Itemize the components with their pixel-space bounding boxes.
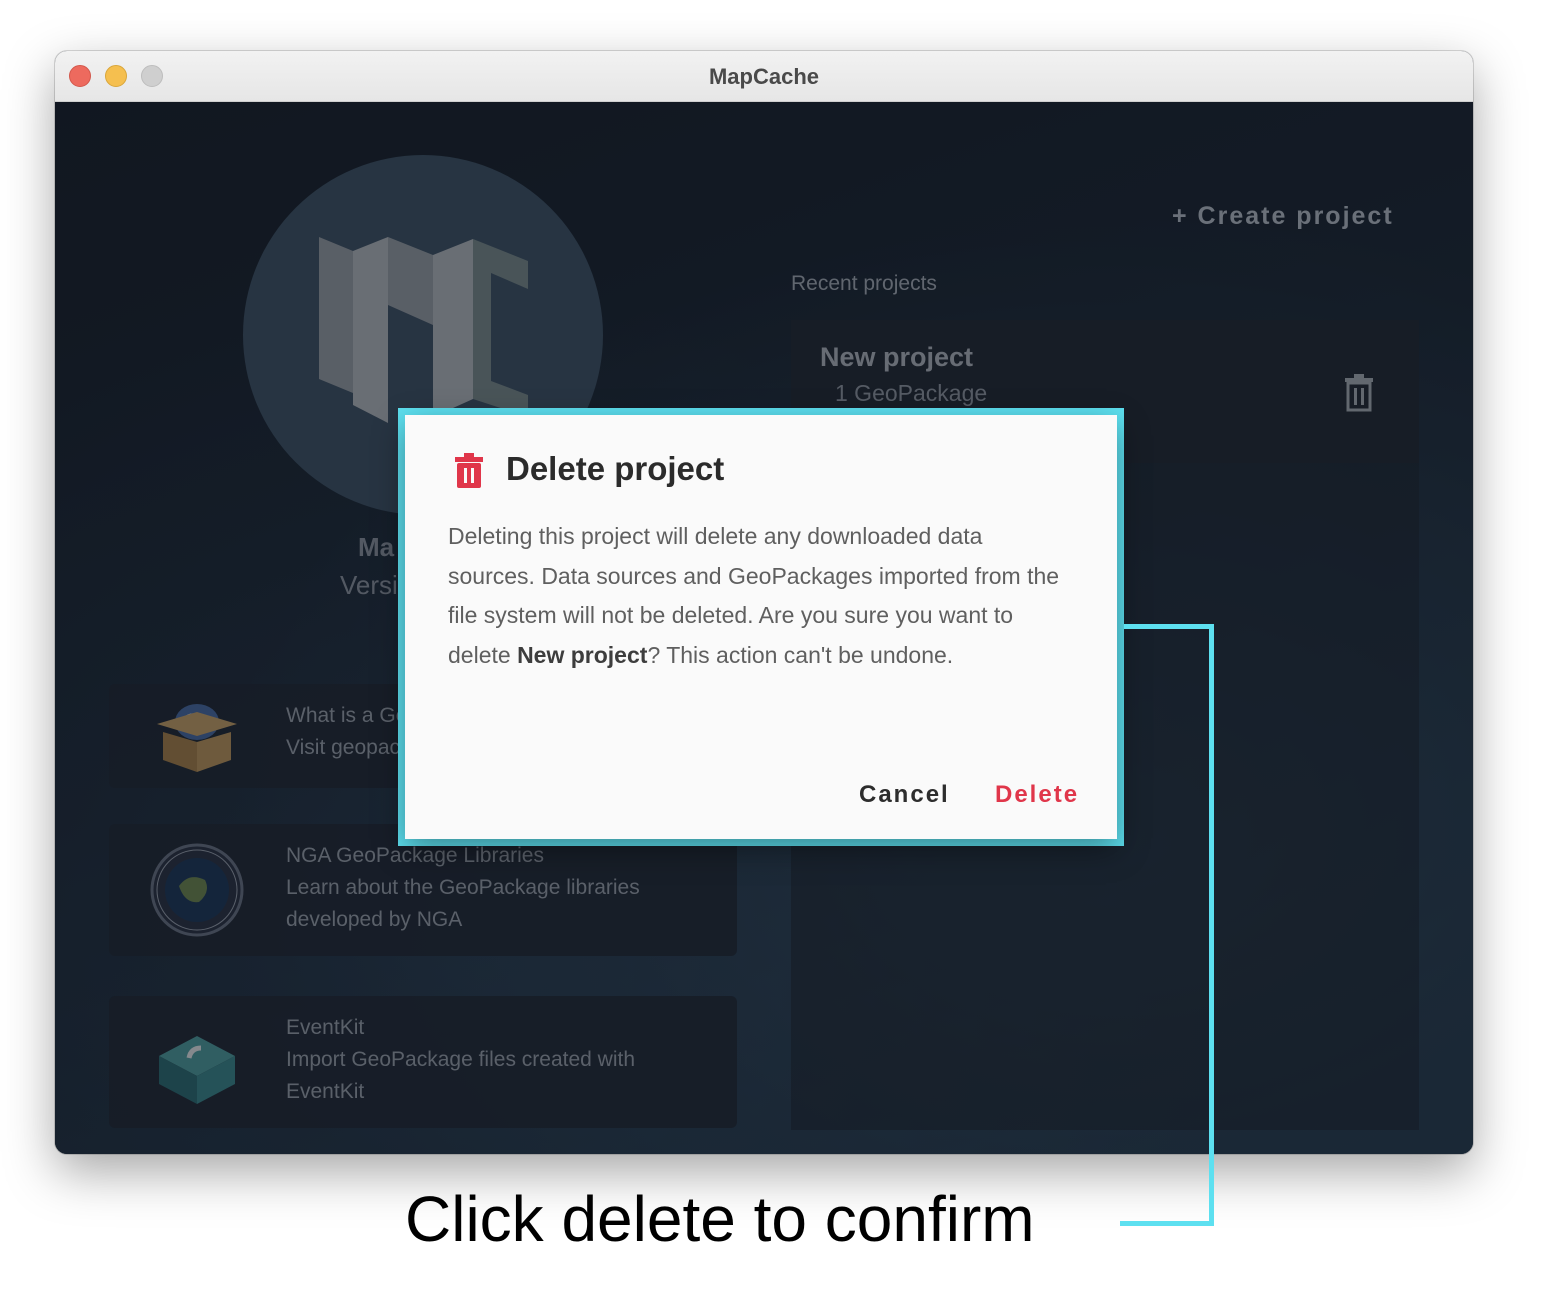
dialog-project-name: New project — [517, 641, 648, 668]
delete-button[interactable]: Delete — [995, 781, 1079, 809]
dialog-message-tail: ? This action can't be undone. — [647, 641, 954, 668]
title-bar: MapCache — [55, 51, 1473, 102]
dialog-message: Deleting this project will delete any do… — [448, 517, 1068, 675]
callout-connector — [1124, 624, 1214, 629]
callout-connector — [1120, 1221, 1214, 1226]
dialog-title: Delete project — [506, 450, 725, 487]
cancel-button[interactable]: Cancel — [859, 781, 950, 809]
callout-connector — [1209, 624, 1214, 1226]
trash-icon — [453, 453, 485, 489]
annotation-caption: Click delete to confirm — [405, 1183, 1035, 1255]
window-title: MapCache — [708, 64, 820, 89]
delete-project-dialog: Delete project Deleting this project wil… — [405, 415, 1117, 839]
